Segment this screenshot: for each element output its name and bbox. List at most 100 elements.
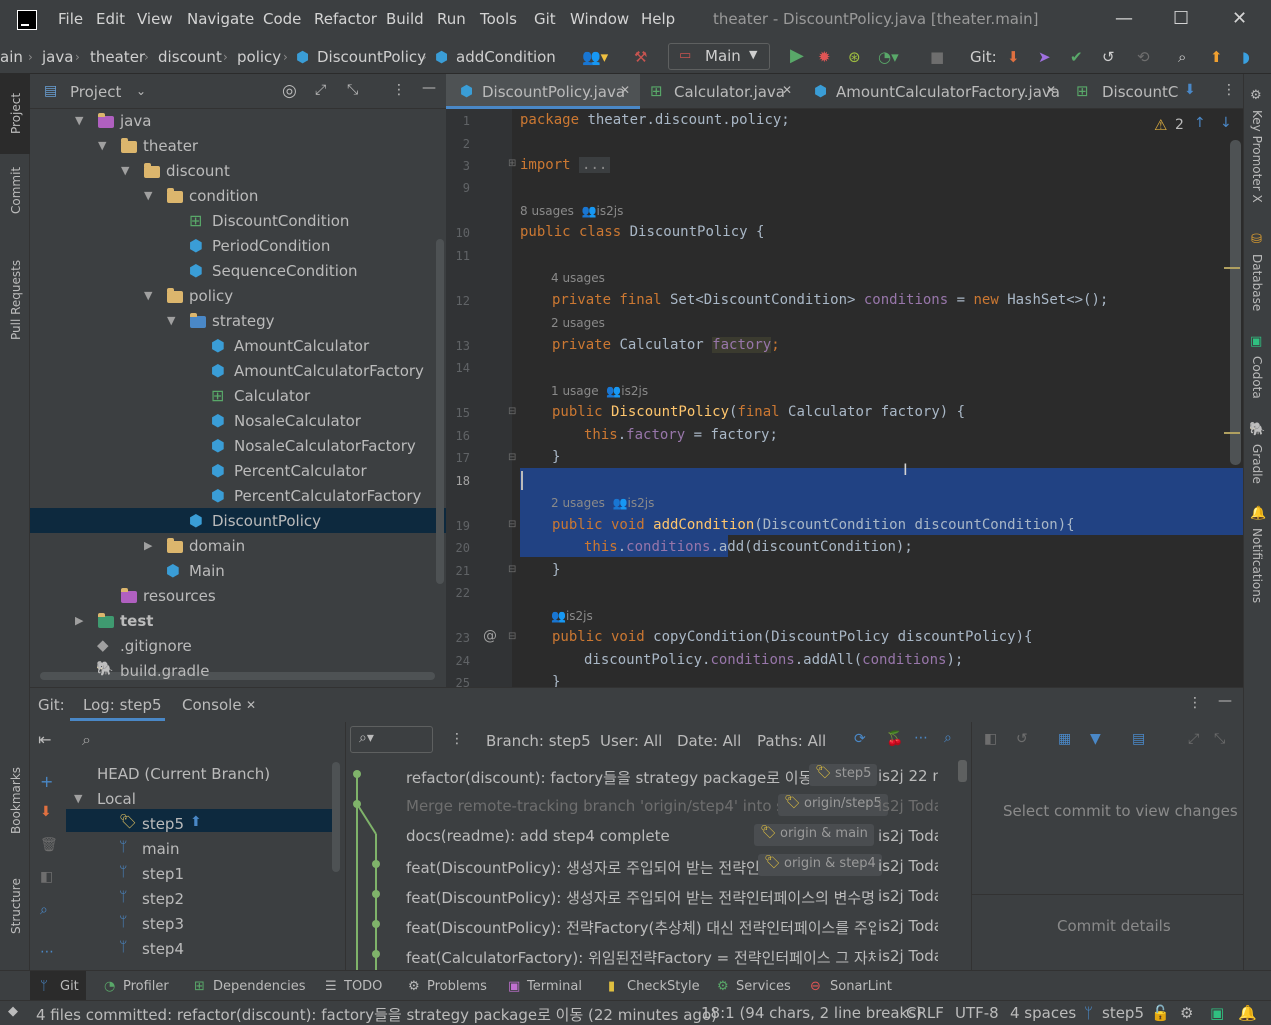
code-with-me-icon[interactable]: ◗ <box>1242 48 1250 66</box>
git-update-icon[interactable]: ⬇ <box>1007 48 1020 66</box>
status-message[interactable]: 4 files committed: refactor(discount): f… <box>36 1004 717 1025</box>
filter-icon[interactable]: ▼ <box>1090 731 1101 747</box>
commit-row[interactable]: feat(DiscountPolicy): 생성자로 주입되어 받는 전략인터페… <box>346 886 958 916</box>
fold-icon[interactable]: ⊟ <box>508 406 516 417</box>
tree-scrollbar[interactable] <box>436 239 444 584</box>
more-icon[interactable]: ⋯ <box>914 730 928 746</box>
search-icon[interactable]: ⌕ <box>944 730 952 746</box>
inlay-hint[interactable]: 8 usages 👥is2js <box>520 204 623 218</box>
close-tab-icon[interactable]: ✕ <box>246 698 256 712</box>
settings-icon[interactable]: ⚙ <box>1180 1004 1193 1022</box>
menu-build[interactable]: Build <box>386 10 424 28</box>
history-icon[interactable]: ↺ <box>1016 731 1028 747</box>
log-search-input[interactable]: ⌕▾ <box>350 726 433 753</box>
tree-item-discount[interactable]: ▼ discount <box>30 159 430 184</box>
tree-item-main[interactable]: ⬢ Main <box>30 559 430 584</box>
menu-window[interactable]: Window <box>570 10 629 28</box>
tree-item--gitignore[interactable]: ◆ .gitignore <box>30 634 430 659</box>
chevron-right-icon[interactable]: ▶ <box>75 614 83 627</box>
fold-expand-icon[interactable]: ⊞ <box>508 158 516 169</box>
hide-panel-icon[interactable]: — <box>422 80 436 96</box>
run-icon[interactable]: ▶ <box>790 45 804 66</box>
menu-refactor[interactable]: Refactor <box>314 10 377 28</box>
chevron-down-icon[interactable]: ▼ <box>75 114 83 127</box>
commit-row[interactable]: feat(DiscountPolicy): 전략Factory(추상체) 대신 … <box>346 916 958 946</box>
tab-amountcalculatorfactory[interactable]: ⬢ AmountCalculatorFactory.java ✕ <box>800 74 1062 109</box>
close-button[interactable]: ✕ <box>1232 8 1247 29</box>
editor-scrollbar[interactable] <box>1230 140 1241 465</box>
expand-icon[interactable]: ⤢ <box>1188 731 1199 747</box>
tool-bookmarks[interactable]: Bookmarks <box>9 767 23 834</box>
lock-icon[interactable]: 🔓 <box>1151 1004 1170 1022</box>
tree-item-strategy[interactable]: ▼ strategy <box>30 309 430 334</box>
tab-discountcondition[interactable]: ⊞ DiscountC <box>1062 74 1182 109</box>
tree-item-resources[interactable]: resources <box>30 584 430 609</box>
tree-item-build-gradle[interactable]: 🐘 build.gradle <box>30 659 430 684</box>
branch-item-step2[interactable]: ᛘ step2 <box>30 887 330 912</box>
menu-edit[interactable]: Edit <box>96 10 125 28</box>
tool-sonarlint[interactable]: SonarLint <box>830 979 892 994</box>
tab-calculator[interactable]: ⊞ Calculator.java ✕ <box>640 74 800 109</box>
chevron-down-icon[interactable]: ⌄ <box>136 84 146 98</box>
warning-count[interactable]: 2 <box>1175 117 1184 133</box>
warning-icon[interactable]: ⚠ <box>1154 116 1167 134</box>
commit-row[interactable]: feat(DiscountPolicy): 생성자로 주입되어 받는 전략인 🏷 o… <box>346 854 958 886</box>
collapse-all-icon[interactable]: ⤡ <box>347 82 358 98</box>
tree-item-theater[interactable]: ▼ theater <box>30 134 430 159</box>
menu-tools[interactable]: Tools <box>480 10 517 28</box>
tab-list-icon[interactable]: ⬇ <box>1184 82 1196 98</box>
diff-icon[interactable]: ◧ <box>984 731 997 747</box>
branch-item-step5[interactable]: 🏷 step5 ⬆ <box>30 812 330 837</box>
hide-panel-icon[interactable]: — <box>1218 693 1232 709</box>
collapse-icon[interactable]: ⤡ <box>1214 731 1225 747</box>
collapse-branches-icon[interactable]: ⇤ <box>38 730 51 749</box>
tool-codota[interactable]: Codota <box>1250 356 1264 399</box>
chevron-down-icon[interactable]: ▼ <box>144 189 152 202</box>
branch-item-step4[interactable]: ᛘ step4 <box>30 937 330 962</box>
menu-help[interactable]: Help <box>641 10 675 28</box>
stop-icon[interactable]: ■ <box>930 48 944 66</box>
line-separator[interactable]: CRLF <box>906 1004 944 1022</box>
tool-project[interactable]: Project <box>9 93 23 134</box>
view-options-icon[interactable]: ▤ <box>1132 731 1145 747</box>
notifications-status-icon[interactable]: 🔔 <box>1238 1004 1257 1022</box>
fold-icon[interactable]: ⊟ <box>508 631 516 642</box>
inlay-hint[interactable]: 👥is2js <box>551 609 593 623</box>
more-options-icon[interactable]: ⋮ <box>392 82 406 98</box>
branch-filter[interactable]: Branch: step5 <box>486 732 591 750</box>
commit-row[interactable]: docs(readme): add step4 complete 🏷 origin … <box>346 824 958 856</box>
chevron-down-icon[interactable]: ▼ <box>74 792 82 805</box>
tree-item-policy[interactable]: ▼ policy <box>30 284 430 309</box>
tool-structure[interactable]: Structure <box>9 878 23 934</box>
breadcrumb-item-class[interactable]: DiscountPolicy <box>317 48 426 66</box>
menu-code[interactable]: Code <box>263 10 301 28</box>
chevron-down-icon[interactable]: ▼ <box>167 314 175 327</box>
chevron-down-icon[interactable]: ▼ <box>121 164 129 177</box>
cherry-pick-icon[interactable]: 🍒 <box>886 731 903 747</box>
tool-database[interactable]: Database <box>1250 254 1264 311</box>
fold-icon[interactable]: ⊟ <box>508 519 516 530</box>
tab-discountpolicy[interactable]: ⬢ DiscountPolicy.java ✕ <box>446 74 640 109</box>
menu-view[interactable]: View <box>137 10 173 28</box>
tab-console[interactable]: Console <box>182 696 242 714</box>
breadcrumb-item-theater[interactable]: theater <box>90 48 145 66</box>
tree-item-discountpolicy[interactable]: ⬢ DiscountPolicy <box>30 509 430 534</box>
tool-commit[interactable]: Commit <box>9 167 23 214</box>
git-commit-icon[interactable]: ✔ <box>1070 48 1083 66</box>
branch-item-step1[interactable]: ᛘ step1 <box>30 862 330 887</box>
error-stripe-mark[interactable] <box>1224 432 1240 434</box>
maximize-button[interactable]: ☐ <box>1173 8 1189 29</box>
fold-placeholder[interactable]: ... <box>579 157 611 173</box>
error-stripe-mark[interactable] <box>1224 267 1240 269</box>
tool-pull-requests[interactable]: Pull Requests <box>9 260 23 340</box>
branch-item-local[interactable]: ▼ Local <box>30 787 330 812</box>
minimize-button[interactable]: — <box>1115 8 1133 29</box>
date-filter[interactable]: Date: All <box>677 732 741 750</box>
fold-icon[interactable]: ⊟ <box>508 564 516 575</box>
tree-item-percentcalculator[interactable]: ⬢ PercentCalculator <box>30 459 430 484</box>
expand-all-icon[interactable]: ⤢ <box>315 82 326 98</box>
debug-icon[interactable]: ✹ <box>818 48 831 66</box>
breadcrumb-item-method[interactable]: addCondition <box>456 48 556 66</box>
tree-item-domain[interactable]: ▶ domain <box>30 534 430 559</box>
override-marker-icon[interactable]: @ <box>483 628 497 644</box>
